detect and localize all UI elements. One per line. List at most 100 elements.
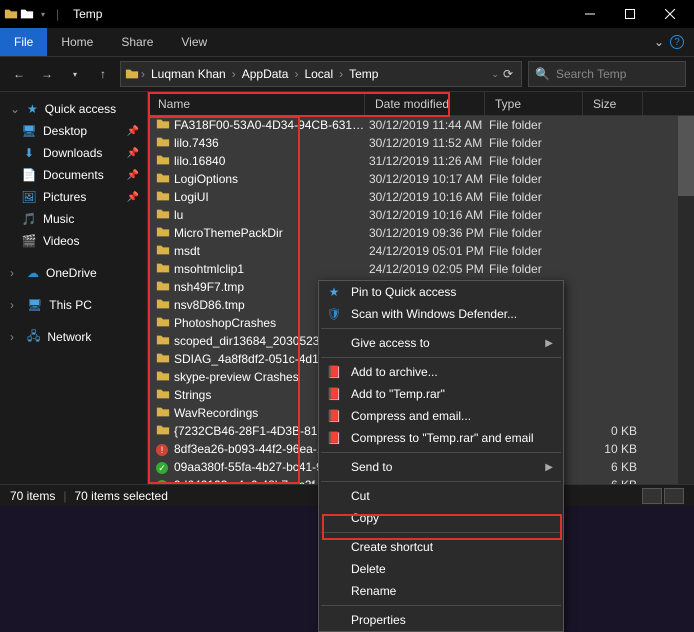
sidebar-item-music[interactable]: 🎵Music bbox=[0, 208, 147, 230]
ctx-compress-email[interactable]: 📕 Compress and email... bbox=[319, 405, 563, 427]
help-icon[interactable]: ? bbox=[670, 35, 684, 49]
close-button[interactable] bbox=[650, 0, 690, 28]
view-large-button[interactable] bbox=[664, 488, 684, 504]
sidebar-item-documents[interactable]: 📄Documents📌 bbox=[0, 164, 147, 186]
file-date: 30/12/2019 10:16 AM bbox=[369, 208, 489, 222]
ctx-pin-quick-access[interactable]: ★ Pin to Quick access bbox=[319, 281, 563, 303]
file-date: 31/12/2019 11:26 AM bbox=[369, 154, 489, 168]
tab-view[interactable]: View bbox=[167, 28, 221, 56]
table-row[interactable]: lilo.1684031/12/2019 11:26 AMFile folder bbox=[148, 152, 694, 170]
file-date: 30/12/2019 10:17 AM bbox=[369, 172, 489, 186]
ribbon: File Home Share View ⌄ ? bbox=[0, 28, 694, 56]
chevron-right-icon: › bbox=[10, 330, 20, 344]
ctx-send-to[interactable]: Send to▶ bbox=[319, 456, 563, 478]
sidebar-item-desktop[interactable]: 🖥Desktop📌 bbox=[0, 120, 147, 142]
address-bar[interactable]: › Luqman Khan› AppData› Local› Temp ⌄ ⟳ bbox=[120, 61, 522, 87]
archive-icon: 📕 bbox=[325, 385, 343, 403]
file-name: FA318F00-53A0-4D34-94CB-6317B36686... bbox=[174, 118, 369, 132]
ctx-properties[interactable]: Properties bbox=[319, 609, 563, 631]
sidebar-onedrive[interactable]: › ☁ OneDrive bbox=[0, 262, 147, 284]
table-row[interactable]: LogiOptions30/12/2019 10:17 AMFile folde… bbox=[148, 170, 694, 188]
sidebar-item-downloads[interactable]: ⬇Downloads📌 bbox=[0, 142, 147, 164]
sidebar-network[interactable]: › 🖧 Network bbox=[0, 326, 147, 348]
sidebar-this-pc[interactable]: › 🖥 This PC bbox=[0, 294, 147, 316]
file-date: 30/12/2019 09:36 PM bbox=[369, 226, 489, 240]
file-size: 0 KB bbox=[587, 424, 647, 438]
pin-icon: 📌 bbox=[127, 170, 139, 181]
ctx-cut[interactable]: Cut bbox=[319, 485, 563, 507]
recent-button[interactable]: ▾ bbox=[64, 63, 86, 85]
item-icon: 📄 bbox=[22, 168, 36, 182]
tab-home[interactable]: Home bbox=[47, 28, 107, 56]
chevron-right-icon: ▶ bbox=[545, 462, 553, 473]
address-dropdown-icon[interactable]: ⌄ bbox=[491, 69, 499, 80]
chevron-down-icon[interactable]: ⌄ bbox=[654, 35, 664, 49]
column-name[interactable]: Name bbox=[148, 92, 365, 115]
search-placeholder: Search Temp bbox=[556, 67, 626, 81]
file-icon bbox=[156, 423, 170, 440]
column-size[interactable]: Size bbox=[583, 92, 643, 115]
ctx-give-access[interactable]: Give access to▶ bbox=[319, 332, 563, 354]
column-type[interactable]: Type bbox=[485, 92, 583, 115]
ctx-rename[interactable]: Rename bbox=[319, 580, 563, 602]
table-row[interactable]: LogiUI30/12/2019 10:16 AMFile folder bbox=[148, 188, 694, 206]
file-icon bbox=[156, 387, 170, 404]
ctx-copy[interactable]: Copy bbox=[319, 507, 563, 529]
tab-share[interactable]: Share bbox=[107, 28, 167, 56]
dropdown-icon[interactable]: ▾ bbox=[36, 7, 50, 21]
file-icon bbox=[156, 243, 170, 260]
breadcrumb[interactable]: Temp bbox=[345, 67, 382, 81]
item-icon: 🎬 bbox=[22, 234, 36, 248]
table-row[interactable]: msdt24/12/2019 05:01 PMFile folder bbox=[148, 242, 694, 260]
table-row[interactable]: lu30/12/2019 10:16 AMFile folder bbox=[148, 206, 694, 224]
minimize-button[interactable] bbox=[570, 0, 610, 28]
breadcrumb[interactable]: Local bbox=[300, 67, 337, 81]
scrollbar[interactable] bbox=[678, 116, 694, 484]
file-icon: ! bbox=[156, 442, 170, 456]
refresh-icon[interactable]: ⟳ bbox=[503, 67, 513, 81]
sidebar: ⌄ ★ Quick access 🖥Desktop📌⬇Downloads📌📄Do… bbox=[0, 92, 148, 484]
table-row[interactable]: lilo.743630/12/2019 11:52 AMFile folder bbox=[148, 134, 694, 152]
file-type: File folder bbox=[489, 136, 587, 150]
breadcrumb[interactable]: Luqman Khan bbox=[147, 67, 230, 81]
sidebar-item-pictures[interactable]: 🖼Pictures📌 bbox=[0, 186, 147, 208]
view-details-button[interactable] bbox=[642, 488, 662, 504]
sidebar-item-videos[interactable]: 🎬Videos bbox=[0, 230, 147, 252]
search-input[interactable]: 🔍 Search Temp bbox=[528, 61, 686, 87]
file-type: File folder bbox=[489, 208, 587, 222]
ctx-create-shortcut[interactable]: Create shortcut bbox=[319, 536, 563, 558]
file-icon: ✓ bbox=[156, 478, 170, 484]
file-name: lilo.16840 bbox=[174, 154, 369, 168]
breadcrumb[interactable]: AppData bbox=[238, 67, 293, 81]
navbar: ← → ▾ ↑ › Luqman Khan› AppData› Local› T… bbox=[0, 56, 694, 92]
up-button[interactable]: ↑ bbox=[92, 63, 114, 85]
back-button[interactable]: ← bbox=[8, 63, 30, 85]
search-icon: 🔍 bbox=[535, 67, 550, 81]
sidebar-quick-access[interactable]: ⌄ ★ Quick access bbox=[0, 98, 147, 120]
file-date: 30/12/2019 10:16 AM bbox=[369, 190, 489, 204]
scrollbar-thumb[interactable] bbox=[678, 116, 694, 196]
file-type: File folder bbox=[489, 244, 587, 258]
table-row[interactable]: MicroThemePackDir30/12/2019 09:36 PMFile… bbox=[148, 224, 694, 242]
cloud-icon: ☁ bbox=[27, 266, 39, 280]
forward-button[interactable]: → bbox=[36, 63, 58, 85]
file-icon bbox=[156, 171, 170, 188]
file-type: File folder bbox=[489, 172, 587, 186]
maximize-button[interactable] bbox=[610, 0, 650, 28]
ctx-delete[interactable]: Delete bbox=[319, 558, 563, 580]
new-folder-icon[interactable] bbox=[20, 7, 34, 21]
file-date: 24/12/2019 05:01 PM bbox=[369, 244, 489, 258]
ctx-compress-temp-email[interactable]: 📕 Compress to "Temp.rar" and email bbox=[319, 427, 563, 449]
file-icon bbox=[156, 333, 170, 350]
tab-file[interactable]: File bbox=[0, 28, 47, 56]
window-title: Temp bbox=[73, 7, 102, 21]
file-name: lu bbox=[174, 208, 369, 222]
column-date[interactable]: Date modified bbox=[365, 92, 485, 115]
shield-icon: 🛡 bbox=[325, 305, 343, 323]
file-name: msohtmlclip1 bbox=[174, 262, 369, 276]
ctx-add-temp-rar[interactable]: 📕 Add to "Temp.rar" bbox=[319, 383, 563, 405]
table-row[interactable]: FA318F00-53A0-4D34-94CB-6317B36686...30/… bbox=[148, 116, 694, 134]
ctx-scan-defender[interactable]: 🛡 Scan with Windows Defender... bbox=[319, 303, 563, 325]
table-row[interactable]: msohtmlclip124/12/2019 02:05 PMFile fold… bbox=[148, 260, 694, 278]
ctx-add-archive[interactable]: 📕 Add to archive... bbox=[319, 361, 563, 383]
